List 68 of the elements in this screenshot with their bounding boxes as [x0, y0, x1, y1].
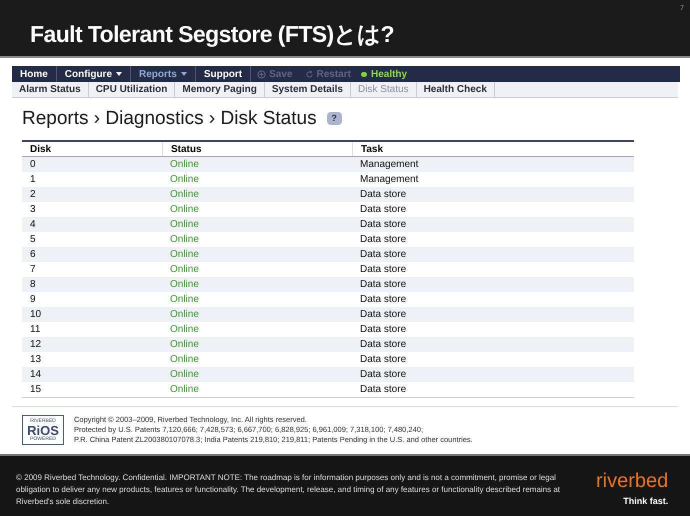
table-cell-text: Data store — [359, 323, 408, 337]
help-button[interactable]: ? — [326, 112, 342, 125]
table-cell-text: Online — [169, 263, 200, 277]
table-cell-text: Online — [169, 383, 200, 397]
table-cell-text: Data store — [359, 278, 408, 292]
table-cell-text: Data store — [359, 188, 408, 202]
logo-text: RiOS — [27, 424, 59, 436]
table-cell-text: Online — [169, 278, 200, 292]
table-cell-text: 8 — [29, 278, 37, 292]
refresh-icon — [304, 70, 314, 78]
table-cell-text: 5 — [29, 233, 37, 247]
table-cell-text: Online — [169, 338, 200, 352]
save-icon — [257, 70, 266, 78]
subtab[interactable]: Memory Paging — [175, 82, 265, 97]
table-cell-text: 6 — [29, 248, 37, 262]
table-cell-text: 10 — [29, 308, 42, 322]
table-cell-text: Data store — [359, 368, 408, 382]
brand-tagline: Think fast. — [623, 494, 668, 508]
table-cell-text: 11 — [29, 323, 42, 337]
table-cell-text: Online — [169, 173, 200, 187]
column-header: Task — [352, 142, 634, 156]
table-cell-text: Online — [169, 293, 200, 307]
table-cell-text: Management — [359, 173, 420, 187]
column-header: Status — [162, 142, 352, 156]
subtab[interactable]: Health Check — [416, 82, 495, 97]
table-cell-text: Online — [169, 188, 200, 202]
caret-icon — [116, 72, 122, 76]
slide-title: Fault Tolerant Segstore (FTS)とは? — [30, 23, 394, 46]
table-cell-text: Data store — [359, 233, 408, 247]
table-cell-text: Data store — [359, 338, 408, 352]
table-cell-text: Online — [169, 308, 200, 322]
footer-notice: © 2009 Riverbed Technology. Confidential. IMPORTANT NOTE: The roadmap is for information purposes only and is not a commitment, promise or legal obligation to deliver any new products, features or functionality. The development, release, and timing of any features or functionality described remains at Riverbed's sole discretion. — [16, 472, 562, 508]
table-cell-text: Online — [169, 368, 200, 382]
table-cell-text: Data store — [359, 353, 408, 367]
table-cell-text: Data store — [359, 248, 408, 262]
table-cell-text: Management — [359, 158, 420, 172]
table-cell-text: 12 — [29, 338, 42, 352]
table-cell-text: 9 — [29, 293, 37, 307]
table-cell-text: Data store — [359, 308, 408, 322]
table-cell-text: 1 — [29, 173, 37, 187]
table-cell-text: Online — [169, 248, 200, 262]
table-cell-text: Data store — [359, 383, 408, 397]
table-cell-text: 0 — [29, 158, 37, 172]
table-cell-text: 13 — [29, 353, 42, 367]
table-cell-text: Online — [169, 203, 200, 217]
table-cell-text: 14 — [29, 368, 42, 382]
table-cell-text: Data store — [359, 263, 408, 277]
table-cell-text: 2 — [29, 188, 37, 202]
table-cell-text: Data store — [359, 203, 408, 217]
column-header: Disk — [29, 142, 52, 156]
brand-logo: riverbed — [596, 470, 668, 490]
page-heading: Reports › Diagnostics › Disk Status — [22, 109, 317, 128]
table-cell-text: Online — [169, 353, 200, 367]
subtab[interactable]: CPU Utilization — [88, 82, 176, 97]
table-cell-text: 7 — [29, 263, 37, 277]
table-cell-text: Data store — [359, 293, 408, 307]
table-cell-text: 3 — [29, 203, 37, 217]
subtab[interactable]: System Details — [264, 82, 351, 97]
health-status: Healthy — [370, 68, 408, 82]
table-cell-text: 15 — [29, 383, 42, 397]
table-cell-text: Online — [169, 218, 200, 232]
caret-icon — [180, 72, 187, 76]
table-cell-text: Online — [169, 233, 200, 247]
table-cell-text: 4 — [29, 218, 37, 232]
table-cell-text: Online — [169, 323, 200, 337]
table-cell-text: Data store — [359, 218, 408, 232]
table-cell-text: Online — [169, 158, 200, 172]
subtab[interactable]: Alarm Status — [12, 82, 89, 97]
